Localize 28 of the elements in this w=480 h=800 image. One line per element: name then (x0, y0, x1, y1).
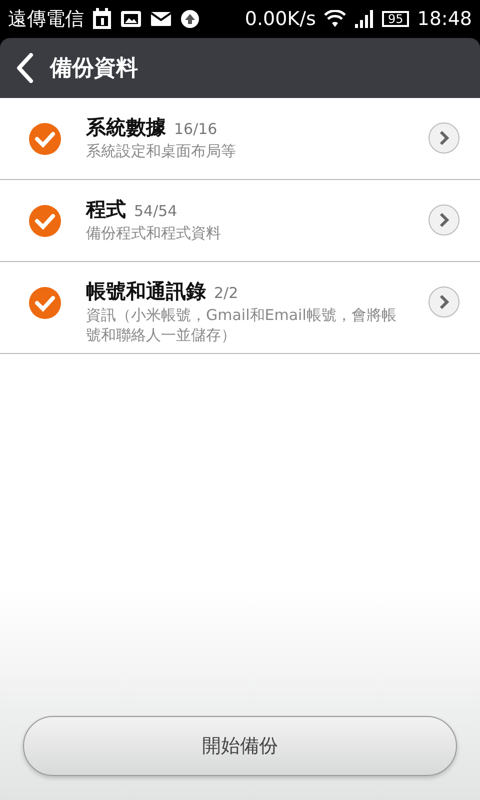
clock: 18:48 (417, 6, 472, 32)
network-speed: 0.00K/s (244, 6, 316, 32)
chevron-right-icon[interactable] (428, 204, 460, 236)
item-title: 帳號和通訊錄 (86, 278, 206, 305)
item-title: 系統數據 (86, 114, 166, 141)
item-count: 2/2 (214, 283, 238, 304)
signal-icon (354, 10, 374, 28)
start-backup-button[interactable]: 開始備份 (23, 716, 457, 776)
battery-indicator: 95 (382, 11, 410, 27)
item-title: 程式 (86, 196, 126, 223)
item-description: 系統設定和桌面布局等 (86, 142, 237, 162)
item-count: 54/54 (134, 201, 178, 222)
image-icon (120, 10, 142, 28)
page-title: 備份資料 (50, 54, 138, 82)
checked-checkbox[interactable] (28, 204, 62, 238)
upload-icon (180, 9, 200, 29)
item-description: 資訊（小米帳號，Gmail和Email帳號，會將帳號和聯絡人一並儲存） (86, 306, 398, 345)
calendar-icon (92, 8, 112, 30)
item-count: 16/16 (174, 119, 218, 140)
chevron-right-icon[interactable] (428, 122, 460, 154)
checked-checkbox[interactable] (28, 286, 62, 320)
item-description: 備份程式和程式資料 (86, 224, 222, 244)
carrier-name: 遠傳電信 (8, 6, 84, 32)
chevron-right-icon[interactable] (428, 286, 460, 318)
checked-checkbox[interactable] (28, 122, 62, 156)
mail-icon (150, 11, 172, 27)
back-icon[interactable] (16, 53, 34, 83)
wifi-icon (324, 10, 346, 28)
